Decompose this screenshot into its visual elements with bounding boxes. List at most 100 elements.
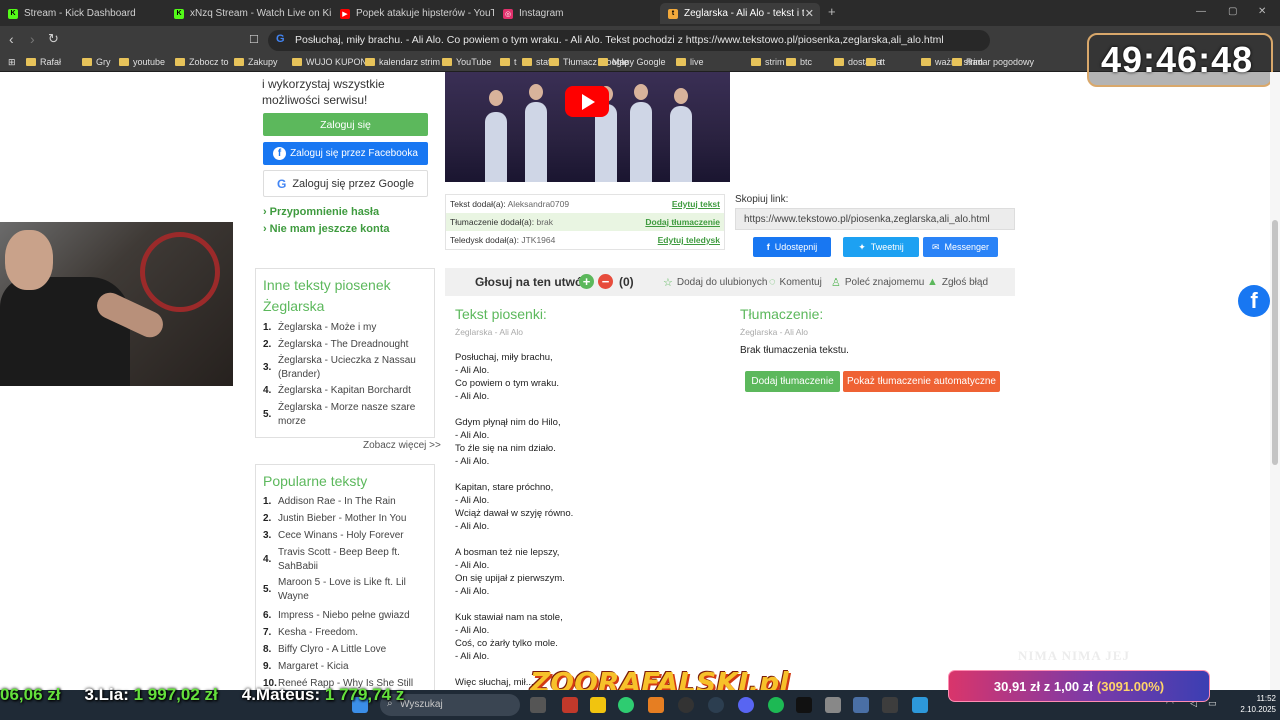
new-tab-button[interactable]: +	[828, 4, 836, 19]
ticker-amount: 1 779,74 z	[324, 685, 405, 704]
song-list-item[interactable]: 6. Impress - Niebo pełne gwiazd	[263, 609, 428, 623]
browser-tab[interactable]: ◎ Instagram	[495, 3, 655, 24]
lyrics-line: To źle się na nim działo.	[455, 443, 556, 454]
no-translation-text: Brak tłumaczenia tekstu.	[740, 345, 849, 356]
play-icon	[582, 93, 595, 110]
notepad-icon[interactable]	[912, 697, 928, 713]
file-explorer-icon[interactable]	[590, 697, 606, 713]
edit-text-link[interactable]: Edytuj tekst	[672, 199, 720, 209]
song-link-label: Kesha - Freedom.	[278, 627, 359, 638]
back-icon[interactable]: ‹	[9, 31, 14, 47]
bookmark-item[interactable]: kalendarz strim	[365, 57, 440, 67]
bookmark-item[interactable]: btc	[786, 57, 812, 67]
song-list-item[interactable]: 1. Addison Rae - In The Rain	[263, 495, 428, 509]
bookmark-item[interactable]: YouTube	[442, 57, 491, 67]
discord-icon[interactable]	[738, 697, 754, 713]
song-list-item[interactable]: 8. Biffy Clyro - A Little Love	[263, 643, 428, 657]
bookmark-item[interactable]: Zobocz to	[175, 57, 229, 67]
song-link-label: Żeglarska - Ucieczka z Nassau (Brander)	[278, 355, 416, 380]
add-favorite-button[interactable]: ☆ Dodaj do ulubionych	[663, 276, 768, 289]
bookmark-item[interactable]: Rafał	[26, 57, 61, 67]
bookmark-item[interactable]: Radar pogodowy	[952, 57, 1034, 67]
browser-tab[interactable]: K xNzq Stream - Watch Live on Kick	[166, 3, 331, 24]
lyrics-line: On się upijał z pierwszym.	[455, 573, 565, 584]
app-icon[interactable]	[853, 697, 869, 713]
popular-title: Popularne teksty	[263, 473, 368, 489]
app-icon[interactable]	[825, 697, 841, 713]
maximize-icon[interactable]: ▢	[1228, 6, 1237, 17]
lyrics-line: - Ali Alo.	[455, 495, 490, 506]
song-list-item[interactable]: 1. Żeglarska - Może i my	[263, 321, 428, 335]
brave-icon[interactable]	[648, 697, 664, 713]
steam-icon[interactable]	[708, 697, 724, 713]
app-icon[interactable]	[796, 697, 812, 713]
lyrics-line	[455, 403, 725, 416]
taskview-icon[interactable]	[530, 697, 546, 713]
song-list-item[interactable]: 5. Żeglarska - Morze nasze szare morze	[263, 401, 428, 429]
report-button[interactable]: ▲ Zgłoś błąd	[927, 276, 988, 288]
vote-up-button[interactable]: +	[579, 274, 594, 289]
facebook-float-icon[interactable]: f	[1238, 285, 1270, 317]
bookmark-item[interactable]: WUJO KUPON	[292, 57, 367, 67]
lyrics-line: - Ali Alo.	[455, 430, 490, 441]
app-icon[interactable]	[882, 697, 898, 713]
password-reminder-link[interactable]: › Przypomnienie hasła	[263, 206, 379, 218]
minimize-icon[interactable]: —	[1196, 6, 1206, 17]
bookmark-icon[interactable]: ☐	[249, 33, 259, 46]
see-more-link[interactable]: Zobacz więcej >>	[363, 440, 441, 451]
copy-link-input[interactable]: https://www.tekstowo.pl/piosenka,zeglars…	[735, 208, 1015, 230]
song-list-item[interactable]: 2. Justin Bieber - Mother In You	[263, 512, 428, 526]
song-list-item[interactable]: 2. Żeglarska - The Dreadnought	[263, 338, 428, 352]
browser-tab[interactable]: ▶ Popek atakuje hipsterów - YouTube	[332, 3, 494, 24]
close-tab-icon[interactable]: ✕	[805, 7, 814, 20]
info-value: JTK1964	[521, 235, 556, 245]
browser-tab[interactable]: K Stream - Kick Dashboard	[0, 3, 165, 24]
battery-icon[interactable]: ▭	[1208, 698, 1217, 709]
login-button[interactable]: Zaloguj się	[263, 113, 428, 136]
add-translation-button[interactable]: Dodaj tłumaczenie	[745, 371, 840, 392]
bookmark-item[interactable]: Mapy Google	[598, 57, 666, 67]
spotify-icon[interactable]	[768, 697, 784, 713]
register-link[interactable]: › Nie mam jeszcze konta	[263, 223, 390, 235]
recommend-button[interactable]: ♙ Poleć znajomemu	[831, 276, 924, 289]
facebook-login-button[interactable]: f Zaloguj się przez Facebooka	[263, 142, 428, 165]
play-button[interactable]	[565, 86, 609, 117]
forward-icon[interactable]: ›	[30, 31, 35, 47]
bookmark-item[interactable]: Zakupy	[234, 57, 278, 67]
chrome-icon[interactable]	[618, 697, 634, 713]
song-list-item[interactable]: 4. Travis Scott - Beep Beep ft. SahBabii	[263, 546, 428, 574]
bookmark-item[interactable]: tt	[866, 57, 885, 67]
obs-icon[interactable]	[678, 697, 694, 713]
bookmark-item[interactable]: t	[500, 57, 517, 67]
edit-video-link[interactable]: Edytuj teledysk	[658, 235, 720, 245]
password-reminder-label: Przypomnienie hasła	[269, 206, 380, 218]
user-icon: ♙	[831, 277, 841, 289]
scrollbar-thumb[interactable]	[1272, 220, 1278, 465]
bookmark-item[interactable]: live	[676, 57, 704, 67]
song-list-item[interactable]: 9. Margaret - Kicia	[263, 660, 428, 674]
bookmark-item[interactable]: youtube	[119, 57, 165, 67]
share-messenger-button[interactable]: ✉ Messenger	[923, 237, 998, 257]
song-list-item[interactable]: 4. Żeglarska - Kapitan Borchardt	[263, 384, 428, 398]
taskbar-clock[interactable]: 11:52 2.10.2025	[1222, 693, 1276, 715]
window-close-icon[interactable]: ✕	[1258, 6, 1266, 17]
apps-icon[interactable]: ⊞	[8, 57, 16, 68]
comment-button[interactable]: ◌ Komentuj	[769, 276, 822, 288]
bookmark-item[interactable]: strim	[751, 57, 785, 67]
share-twitter-button[interactable]: ✦ Tweetnij	[843, 237, 919, 257]
facebook-icon: f	[273, 147, 287, 160]
add-translation-link[interactable]: Dodaj tłumaczenie	[645, 217, 720, 227]
song-list-item[interactable]: 3. Żeglarska - Ucieczka z Nassau (Brander…	[263, 354, 428, 382]
vote-down-button[interactable]: −	[598, 274, 613, 289]
address-bar[interactable]: G Posłuchaj, miły brachu. - Ali Alo. Co …	[268, 30, 990, 51]
browser-tab-active[interactable]: t Żeglarska - Ali Alo - tekst i tłum... …	[660, 3, 820, 24]
auto-translation-button[interactable]: Pokaż tłumaczenie automatyczne	[843, 371, 1000, 392]
song-list-item[interactable]: 5. Maroon 5 - Love is Like ft. Lil Wayne	[263, 576, 428, 604]
app-icon[interactable]	[562, 697, 578, 713]
bookmark-item[interactable]: Gry	[82, 57, 111, 67]
song-list-item[interactable]: 7. Kesha - Freedom.	[263, 626, 428, 640]
google-login-button[interactable]: G Zaloguj się przez Google	[263, 170, 428, 197]
share-facebook-button[interactable]: f Udostępnij	[753, 237, 831, 257]
song-list-item[interactable]: 3. Cece Winans - Holy Forever	[263, 529, 428, 543]
reload-icon[interactable]: ↻	[48, 31, 59, 47]
